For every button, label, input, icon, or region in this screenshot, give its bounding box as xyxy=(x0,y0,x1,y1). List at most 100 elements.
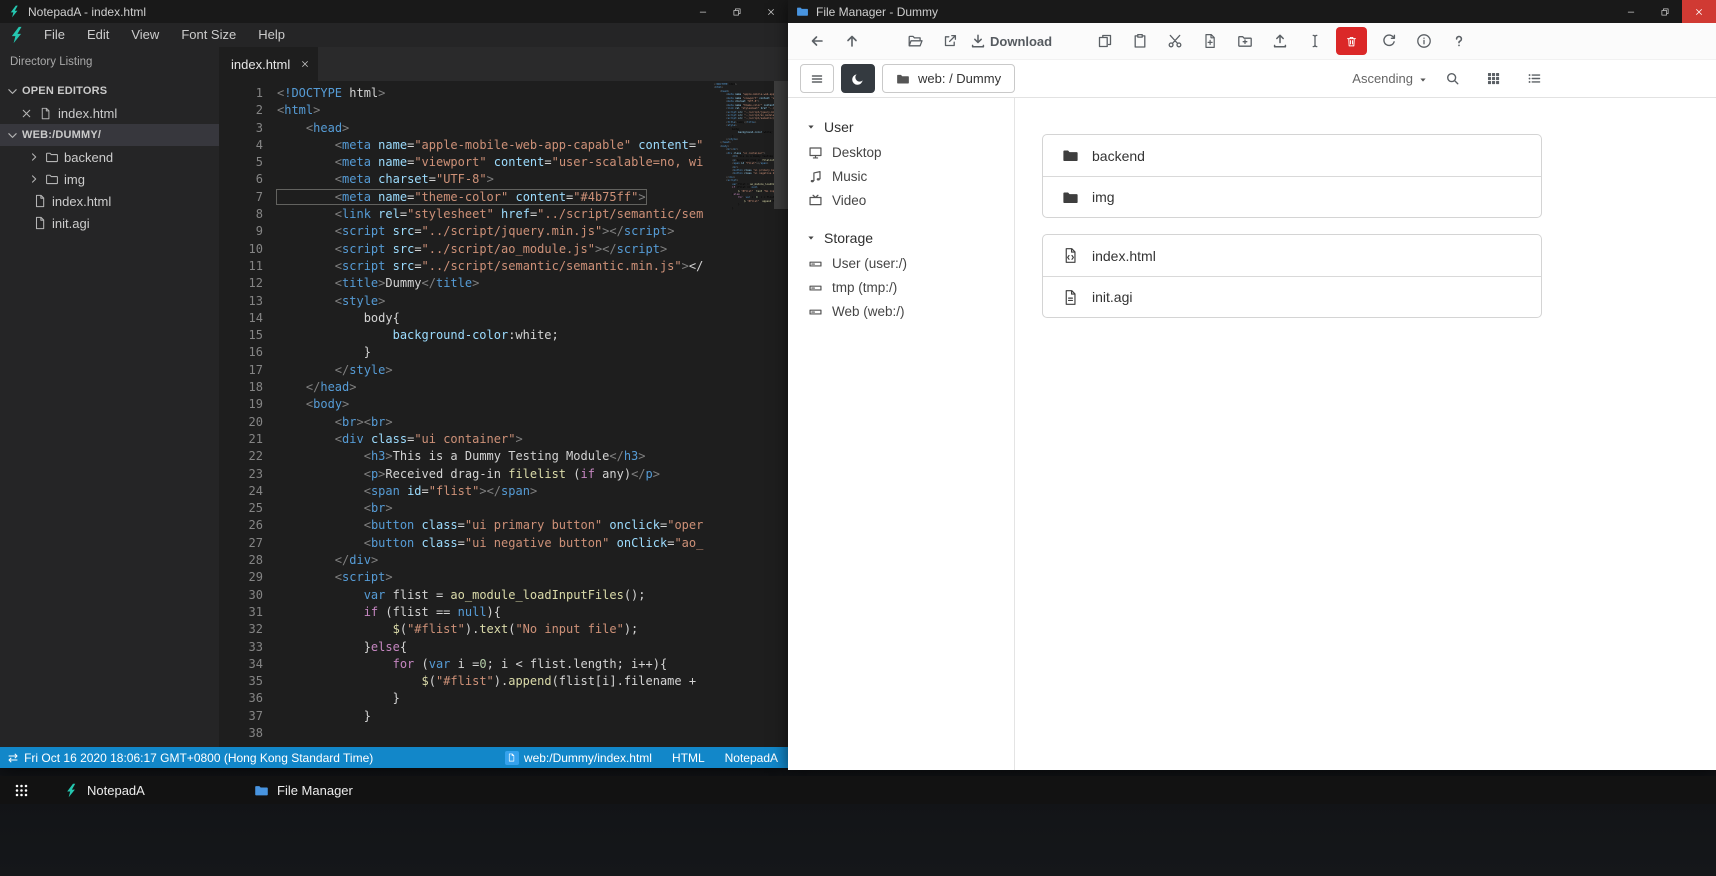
line-number: 29 xyxy=(248,570,263,585)
notepada-titlebar[interactable]: NotepadA - index.html xyxy=(0,0,788,23)
sidebar-item-desktop[interactable]: Desktop xyxy=(806,140,1014,164)
line-number: 13 xyxy=(248,293,263,308)
paste-button[interactable] xyxy=(1123,26,1156,56)
notepada-window: NotepadA - index.html File Edit View Font S… xyxy=(0,0,788,768)
code-editor[interactable]: 1 <!DOCTYPE html> 2 <html> 3 <head> 4 <meta n… xyxy=(219,81,788,747)
upload-button[interactable] xyxy=(1263,26,1296,56)
file-icon xyxy=(33,216,47,230)
tree-item-init-agi[interactable]: init.agi xyxy=(0,212,219,234)
workspace-root[interactable]: WEB:/DUMMY/ xyxy=(0,124,219,146)
file-row-init-agi[interactable]: init.agi xyxy=(1043,276,1541,317)
filemanager-titlebar[interactable]: File Manager - Dummy xyxy=(788,0,1716,23)
refresh-button[interactable] xyxy=(1372,26,1405,56)
up-button[interactable] xyxy=(835,26,868,56)
close-button[interactable] xyxy=(754,0,788,23)
folder-icon xyxy=(45,172,59,186)
copy-button[interactable] xyxy=(1088,26,1121,56)
close-icon[interactable] xyxy=(300,59,310,69)
new-file-button[interactable] xyxy=(1193,26,1226,56)
restore-button[interactable] xyxy=(720,0,754,23)
sort-dropdown[interactable]: Ascending xyxy=(1352,71,1428,86)
sidebar-item-music[interactable]: Music xyxy=(806,164,1014,188)
file-row-index-html[interactable]: index.html xyxy=(1043,235,1541,276)
line-number: 11 xyxy=(248,258,263,273)
open-editors-header[interactable]: OPEN EDITORS xyxy=(0,80,219,102)
back-button[interactable] xyxy=(800,26,833,56)
help-button[interactable] xyxy=(1442,26,1475,56)
line-number: 2 xyxy=(255,103,263,118)
code-line: 16 } xyxy=(219,344,788,361)
sidebar-item-video[interactable]: Video xyxy=(806,188,1014,212)
window-controls xyxy=(1614,0,1716,23)
code-line: 17 </style> xyxy=(219,362,788,379)
list-view-button[interactable] xyxy=(1517,64,1551,94)
open-in-new-button[interactable] xyxy=(933,26,966,56)
editor-scrollbar[interactable] xyxy=(774,81,788,747)
line-number: 8 xyxy=(255,207,263,222)
open-button[interactable] xyxy=(898,26,931,56)
caret-down-icon xyxy=(806,122,816,132)
statusbar-filepath: web:/Dummy/index.html xyxy=(504,750,652,765)
delete-button[interactable] xyxy=(1336,27,1368,55)
code-line: 31 if (flist == null){ xyxy=(219,604,788,621)
tree-item-img[interactable]: img xyxy=(0,168,219,190)
close-icon[interactable] xyxy=(20,107,33,120)
code-line: 22 <h3>This is a Dummy Testing Module</h… xyxy=(219,448,788,465)
upload-icon xyxy=(1272,33,1288,49)
section-label: OPEN EDITORS xyxy=(22,85,108,97)
line-number: 5 xyxy=(255,155,263,170)
tab-index-html[interactable]: index.html xyxy=(219,47,318,81)
dark-mode-button[interactable] xyxy=(841,64,875,93)
line-number: 31 xyxy=(248,604,263,619)
arrow-up-icon xyxy=(844,33,860,49)
tree-item-backend[interactable]: backend xyxy=(0,146,219,168)
menu-edit[interactable]: Edit xyxy=(76,23,120,47)
sidebar-section-storage[interactable]: Storage xyxy=(806,225,1014,251)
menu-help[interactable]: Help xyxy=(247,23,296,47)
sidebar-section: Storage User (user:/) tmp (tmp:/) Web (web:… xyxy=(806,225,1014,323)
file-row-backend[interactable]: backend xyxy=(1043,135,1541,176)
sidebar-item-web-web[interactable]: Web (web:/) xyxy=(806,299,1014,323)
file-label: img xyxy=(64,171,85,187)
file-label: index.html xyxy=(58,105,118,121)
sidebar-section-user[interactable]: User xyxy=(806,114,1014,140)
menu-font-size[interactable]: Font Size xyxy=(170,23,247,47)
menu-view[interactable]: View xyxy=(120,23,170,47)
minimap[interactable]: <!DOCTYPE html> <html> <head> <meta name=… xyxy=(712,83,774,747)
close-button[interactable] xyxy=(1682,0,1716,23)
file-label: backend xyxy=(64,149,114,165)
line-number: 3 xyxy=(255,120,263,135)
open-editor-index-html[interactable]: index.html xyxy=(0,102,219,124)
grid-view-button[interactable] xyxy=(1476,64,1510,94)
app-launcher-button[interactable] xyxy=(0,776,42,804)
tree-item-index-html[interactable]: index.html xyxy=(0,190,219,212)
code-line: 12 <title>Dummy</title> xyxy=(219,275,788,292)
statusbar-language: HTML xyxy=(671,750,705,765)
code-line: 33 }else{ xyxy=(219,639,788,656)
minimize-button[interactable] xyxy=(686,0,720,23)
copy-icon xyxy=(1097,33,1113,49)
maximize-button[interactable] xyxy=(1648,0,1682,23)
line-number: 1 xyxy=(255,86,263,100)
search-button[interactable] xyxy=(1435,64,1469,94)
download-button[interactable]: Download xyxy=(968,26,1058,56)
breadcrumb[interactable]: web: / Dummy xyxy=(882,64,1016,93)
rename-button[interactable] xyxy=(1298,26,1331,56)
menu-button[interactable] xyxy=(800,64,834,93)
taskbar-item-notepada[interactable]: NotepadA xyxy=(56,776,246,804)
code-line: 13 <style> xyxy=(219,293,788,310)
line-number: 32 xyxy=(248,622,263,637)
sidebar-item-user-user[interactable]: User (user:/) xyxy=(806,251,1014,275)
notepada-logo-icon xyxy=(8,5,21,18)
sidebar-item-tmp-tmp[interactable]: tmp (tmp:/) xyxy=(806,275,1014,299)
line-number: 36 xyxy=(248,691,263,706)
taskbar-item-file-manager[interactable]: File Manager xyxy=(246,776,436,804)
directory-sidebar: Directory Listing OPEN EDITORS index.html… xyxy=(0,47,219,747)
scrollbar-thumb[interactable] xyxy=(774,81,788,209)
menu-file[interactable]: File xyxy=(33,23,76,47)
new-folder-button[interactable] xyxy=(1228,26,1261,56)
minimize-button[interactable] xyxy=(1614,0,1648,23)
file-row-img[interactable]: img xyxy=(1043,176,1541,217)
info-button[interactable] xyxy=(1407,26,1440,56)
cut-button[interactable] xyxy=(1158,26,1191,56)
